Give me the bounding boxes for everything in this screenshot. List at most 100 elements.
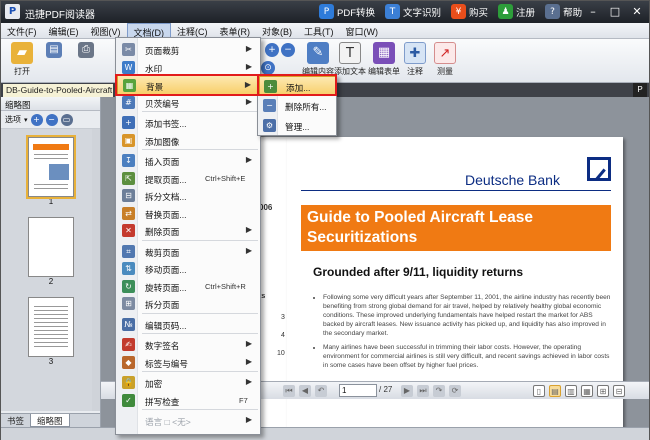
options-dropdown[interactable]: 选项 xyxy=(5,114,21,125)
app-window: P 迅捷PDF阅读器 P PDF转换 T 文字识别 ¥ 购买 ♟ 注册? 帮助 – □ ✕ 文件… xyxy=(0,0,650,440)
crop-page-icon: ⌗ xyxy=(122,244,135,258)
tab-thumbnails[interactable]: 缩略图 xyxy=(30,414,70,427)
page-total: / 27 xyxy=(379,385,393,394)
submenu-item[interactable]: ⚙ 管理... xyxy=(259,116,336,136)
menu-item-label: 添加书签... xyxy=(145,119,187,129)
thumbnail-item[interactable]: 2 xyxy=(21,217,81,286)
title-bar: P 迅捷PDF阅读器 P PDF转换 T 文字识别 ¥ 购买 ♟ 注册? 帮助 – □ ✕ xyxy=(1,1,649,23)
menu-item-label: 拆分页面 xyxy=(145,300,180,310)
tag-icon: ◆ xyxy=(122,355,135,369)
menu-item[interactable]: ⊞ 拆分页面 xyxy=(117,294,260,314)
submenu-item-label: 删除所有... xyxy=(285,102,327,112)
prev-page-icon[interactable]: ◀ xyxy=(299,385,311,397)
form-icon: ▦ xyxy=(373,42,395,64)
user-action[interactable]: ♟ 注册 xyxy=(498,4,535,19)
watermark-icon: W xyxy=(122,60,135,74)
close-icon[interactable]: ✕ xyxy=(627,3,647,20)
thumbnail-scrollbar[interactable] xyxy=(92,129,100,411)
minimize-icon[interactable]: – xyxy=(583,3,603,20)
lock-icon: 🔒 xyxy=(122,376,135,389)
fragment-num: 4 xyxy=(281,332,285,339)
menu-item-label: 删除页面 xyxy=(145,227,180,237)
back-icon[interactable]: ↶ xyxy=(315,385,327,397)
maximize-icon[interactable]: □ xyxy=(605,3,625,20)
menu-0[interactable]: 文件(F) xyxy=(1,23,43,39)
menu-item-label: 拼写检查 xyxy=(145,396,180,407)
menu-item-label: 页面裁剪 xyxy=(145,46,180,56)
two-page-icon[interactable]: ▥ xyxy=(565,385,577,397)
fragment-year: 006 xyxy=(259,203,273,212)
print-button[interactable]: ⎙ xyxy=(73,41,99,81)
split-horizontal-icon[interactable]: ⊟ xyxy=(613,385,625,397)
thumbnail-item[interactable]: 1 xyxy=(21,135,81,206)
thumb-size-icon[interactable]: ▭ xyxy=(60,113,73,126)
open-button[interactable]: ▰ 打开 xyxy=(5,41,39,81)
bullet-item: Following some very difficult years afte… xyxy=(323,293,613,338)
menu-item[interactable]: № 编辑页码... xyxy=(117,315,260,335)
menu-item-label: 插入页面 xyxy=(145,157,180,167)
submenu-arrow-icon: ▶ xyxy=(245,44,252,53)
highlight-outline xyxy=(115,74,262,96)
open-label: 打开 xyxy=(14,67,30,76)
help-action[interactable]: ? 帮助 xyxy=(545,4,582,19)
continuous-page-icon[interactable]: ▤ xyxy=(549,385,561,397)
submenu-highlight-outline xyxy=(257,74,337,96)
zoom-in-icon[interactable]: + xyxy=(265,43,279,57)
submenu-item[interactable]: − 删除所有... xyxy=(259,96,336,116)
annotate-button[interactable]: ✚ 注释 xyxy=(401,41,429,81)
zoom-out-icon[interactable]: − xyxy=(281,43,295,57)
edit-form-button[interactable]: ▦ 编辑表单 xyxy=(365,41,403,81)
page-title: Guide to Pooled Aircraft Lease Securitiz… xyxy=(301,205,611,251)
menu-separator xyxy=(142,312,258,314)
menu-item-label: 数字签名 xyxy=(145,341,180,351)
thumbnail-label: 3 xyxy=(48,357,54,366)
submenu-arrow-icon: ▶ xyxy=(245,339,252,348)
cart-action[interactable]: ¥ 购买 xyxy=(451,4,488,19)
bank-name: Deutsche Bank xyxy=(465,172,560,188)
single-page-icon[interactable]: ▯ xyxy=(533,385,545,397)
menu-1[interactable]: 编辑(E) xyxy=(43,23,85,39)
zoom-in-thumb-icon[interactable]: + xyxy=(30,113,43,126)
chevron-down-icon: ▾ xyxy=(24,116,28,124)
ocr-action[interactable]: T 文字识别 xyxy=(385,4,441,19)
menu-item-label: 旋转页面... xyxy=(145,282,187,293)
thumbnail-item[interactable]: 3 xyxy=(21,297,81,366)
page-subtitle: Grounded after 9/11, liquidity returns xyxy=(313,265,524,279)
panel-toggle-icon[interactable]: P xyxy=(633,83,647,97)
document-tab[interactable]: DB-Guide-to-Pooled-Aircraft xyxy=(3,84,113,97)
tab-bookmarks[interactable]: 书签 xyxy=(1,414,30,427)
edit-form-label: 编辑表单 xyxy=(368,67,400,76)
annotate-label: 注释 xyxy=(407,67,423,76)
menu-item-label: 拆分文档... xyxy=(145,192,187,202)
bullet-item: Many airlines have been successful in tr… xyxy=(323,343,613,370)
save-button[interactable]: ▤ xyxy=(41,41,67,81)
spellcheck-icon: ✓ xyxy=(122,393,135,407)
next-page-icon[interactable]: ▶ xyxy=(401,385,413,397)
zoom-out-thumb-icon[interactable]: − xyxy=(45,113,58,126)
fit-page-icon[interactable]: ⊙ xyxy=(261,61,275,75)
menu-item[interactable]: ▣ 添加图像 xyxy=(117,131,260,151)
action-label: 帮助 xyxy=(563,7,583,19)
last-page-icon[interactable]: ⏭ xyxy=(417,385,429,397)
convert-action[interactable]: P PDF转换 xyxy=(319,4,375,19)
move-page-icon: ⇅ xyxy=(122,262,135,275)
menu-7[interactable]: 工具(T) xyxy=(298,23,340,39)
menu-item-label: 标签与编号 xyxy=(145,358,188,369)
submenu-arrow-icon: ▶ xyxy=(245,96,252,106)
delete-page-icon: ✕ xyxy=(122,224,135,237)
menu-item[interactable]: ◆ 标签与编号 ▶ xyxy=(117,353,260,373)
split-view-icon[interactable]: ⊞ xyxy=(597,385,609,397)
history-icon[interactable]: ⟳ xyxy=(449,385,461,397)
measure-button[interactable]: ↗ 测量 xyxy=(431,41,459,81)
menu-item[interactable]: ✕ 删除页面 ▶ xyxy=(117,221,260,241)
menu-6[interactable]: 对象(B) xyxy=(256,23,298,39)
image-add-icon: ▣ xyxy=(122,133,135,147)
menu-8[interactable]: 窗口(W) xyxy=(340,23,385,39)
forward-icon[interactable]: ↷ xyxy=(433,385,445,397)
menu-item-label: 裁剪页面 xyxy=(145,247,180,258)
first-page-icon[interactable]: ⏮ xyxy=(283,385,295,397)
page-number-input[interactable]: 1 xyxy=(339,384,377,397)
two-continuous-icon[interactable]: ▦ xyxy=(581,385,593,397)
menu-item-label: 加密 xyxy=(145,379,163,389)
menu-item[interactable]: ✓ 拼写检查 F7 xyxy=(117,391,260,411)
